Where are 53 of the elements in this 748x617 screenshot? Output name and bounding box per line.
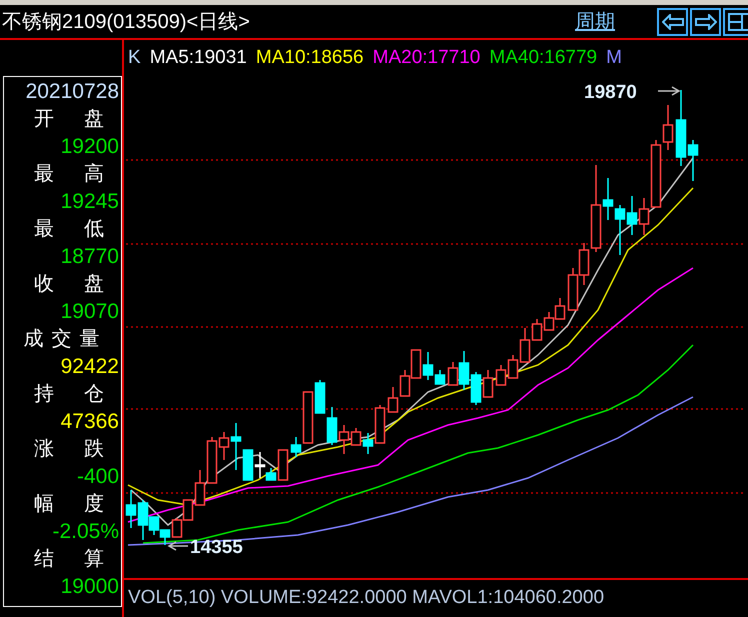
field-label: 开盘 [33,107,119,132]
candlestick [626,196,638,235]
period-link[interactable]: 周期 [575,6,615,36]
split-layout-button[interactable] [723,8,748,36]
field-value: 19245 [60,189,119,215]
legend-label: MA5:19031 [150,46,247,70]
candlestick [172,518,182,538]
field-label: 结算 [33,547,119,572]
field-label: 涨跌 [33,437,119,462]
candlestick [388,387,398,413]
candlestick [544,312,554,331]
candlestick [482,370,494,398]
field-value: -400 [76,464,119,490]
legend-label: MA20:17710 [372,46,480,70]
field-value: 19070 [60,299,119,325]
candlestick [400,370,410,397]
candlestick [496,365,506,386]
field-label: 幅度 [33,492,119,517]
candlestick [126,490,136,528]
field-label: 最高 [33,162,119,187]
window-title: 不锈钢2109(013509)<日线> [1,10,250,34]
legend-label: MA10:18656 [256,46,364,70]
split-layout-icon [728,12,748,30]
field-label: 成交量 [22,327,108,352]
arrow-right-icon [694,14,716,30]
high-price-label: 19870 [584,81,637,105]
field-label: 最低 [33,217,119,242]
field-label: 持仓 [33,382,119,407]
field-value: 19000 [60,574,119,600]
candlestick [470,372,482,405]
arrow-left-button[interactable] [657,8,688,36]
low-price-label: 14355 [190,536,243,560]
candlestick [614,205,626,255]
field-value: 19200 [60,134,119,160]
volume-legend: VOL(5,10) VOLUME:92422.0000 MAVOL1:104060.2000 [128,584,604,613]
field-value: 92422 [60,354,119,380]
high-arrow [658,86,681,96]
legend-label: MA40:16779 [489,46,598,70]
candlestick [568,268,578,311]
low-arrow [167,541,188,551]
arrow-left-icon [662,14,684,30]
legend-label: K [128,46,141,70]
arrow-right-button[interactable] [690,8,721,36]
candlestick [554,298,566,320]
candlestick [326,407,338,445]
field-value: -2.05% [51,519,119,545]
field-value: 18770 [60,244,119,270]
field-label: 收盘 [33,272,119,297]
candlestick [160,529,170,545]
field-value: 47366 [60,409,119,435]
candlestick [410,349,422,379]
date-text: 20210728 [24,79,119,105]
legend-label: M [606,46,622,70]
